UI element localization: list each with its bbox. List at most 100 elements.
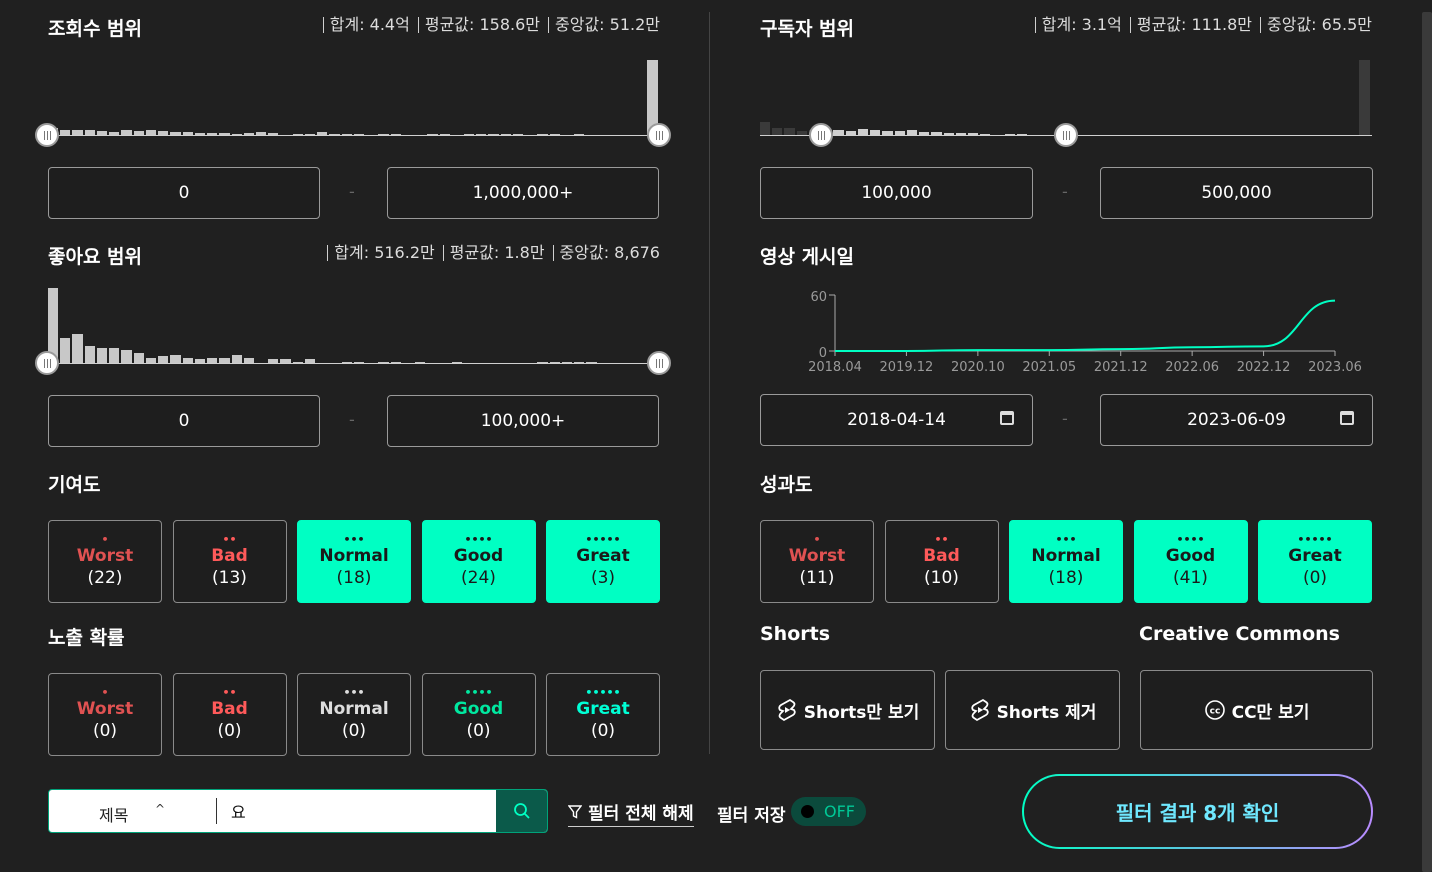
shorts-icon [778, 698, 796, 722]
likes-histogram [48, 284, 660, 364]
views-range-dash: - [349, 182, 355, 201]
rating-label: Great [1288, 545, 1342, 566]
upload-start-date-input[interactable]: 2018-04-14 [760, 394, 1033, 446]
upload-date-range-dash: - [1062, 409, 1068, 428]
rating-count: (0) [217, 720, 242, 741]
performance-option-worst[interactable]: • Worst (11) [760, 520, 874, 603]
search-field-select[interactable]: 제목 [99, 802, 128, 826]
likes-slider-min-handle[interactable] [35, 351, 59, 375]
performance-option-normal[interactable]: ••• Normal (18) [1009, 520, 1123, 603]
rating-dots: • [101, 532, 109, 546]
contribution-option-great[interactable]: ••••• Great (3) [546, 520, 660, 603]
rating-count: (24) [461, 567, 496, 588]
toggle-knob [801, 805, 814, 818]
performance-option-great[interactable]: ••••• Great (0) [1258, 520, 1372, 603]
exposure-option-great[interactable]: ••••• Great (0) [546, 673, 660, 756]
rating-dots: ••• [1055, 532, 1077, 546]
exposure-option-worst[interactable]: • Worst (0) [48, 673, 162, 756]
y-tick-label: 0 [819, 346, 827, 361]
views-min-input[interactable]: 0 [48, 167, 320, 219]
likes-histogram-bar [109, 348, 120, 364]
views-slider-max-handle[interactable] [647, 123, 671, 147]
performance-option-good[interactable]: •••• Good (41) [1133, 520, 1248, 603]
column-divider [709, 12, 710, 754]
contribution-option-worst[interactable]: • Worst (22) [48, 520, 162, 603]
subscribers-stats: 합계: 3.1억 평균값: 111.8만 중앙값: 65.5만 [1000, 17, 1372, 33]
likes-slider-max-handle[interactable] [647, 351, 671, 375]
likes-min-input[interactable]: 0 [48, 395, 320, 447]
subscribers-slider-max-handle[interactable] [1054, 123, 1078, 147]
save-filter-toggle[interactable]: OFF [791, 797, 866, 826]
chevron-up-icon[interactable]: ^ [155, 802, 165, 816]
views-slider-track[interactable] [48, 135, 660, 136]
x-tick-label: 2021.05 [1022, 360, 1076, 375]
likes-max-input[interactable]: 100,000+ [387, 395, 659, 447]
shorts-only-button[interactable]: Shorts만 보기 [760, 670, 935, 750]
cc-only-label: CC만 보기 [1231, 702, 1310, 723]
exposure-option-bad[interactable]: •• Bad (0) [172, 673, 287, 756]
likes-stat-median: 중앙값: 8,676 [552, 245, 660, 261]
likes-histogram-bar [60, 338, 71, 364]
rating-count: (0) [466, 720, 491, 741]
contribution-option-normal[interactable]: ••• Normal (18) [297, 520, 411, 603]
subscribers-min-input[interactable]: 100,000 [760, 167, 1033, 219]
x-tick-label: 2022.12 [1237, 360, 1291, 375]
subscribers-max-input[interactable]: 500,000 [1100, 167, 1373, 219]
confirm-results-button[interactable]: 필터 결과 8개 확인 [1022, 774, 1373, 849]
shorts-remove-button[interactable]: Shorts 제거 [945, 670, 1120, 750]
search-button[interactable] [496, 790, 547, 832]
rating-count: (13) [212, 567, 247, 588]
subscribers-title: 구독자 범위 [760, 18, 855, 40]
rating-dots: •• [934, 532, 949, 546]
search-icon [513, 803, 530, 819]
contribution-option-good[interactable]: •••• Good (24) [421, 520, 536, 603]
exposure-option-good[interactable]: •••• Good (0) [421, 673, 536, 756]
rating-dots: ••• [343, 685, 365, 699]
views-stat-median: 중앙값: 51.2만 [548, 17, 660, 33]
subscribers-slider-min-handle[interactable] [809, 123, 833, 147]
exposure-option-normal[interactable]: ••• Normal (0) [297, 673, 411, 756]
performance-option-bad[interactable]: •• Bad (10) [884, 520, 999, 603]
shorts-icon [970, 698, 989, 722]
confirm-results-label: 필터 결과 8개 확인 [1024, 776, 1371, 847]
upload-end-date-input[interactable]: 2023-06-09 [1100, 394, 1373, 446]
rating-dots: •• [222, 532, 237, 546]
subscribers-range-dash: - [1062, 182, 1068, 201]
views-max-input[interactable]: 1,000,000+ [387, 167, 659, 219]
likes-histogram-bar [84, 346, 95, 364]
scrollbar[interactable] [1422, 12, 1432, 872]
upload-end-date-value: 2023-06-09 [1187, 410, 1286, 430]
x-tick-label: 2022.06 [1165, 360, 1219, 375]
rating-count: (10) [924, 567, 959, 588]
exposure-title: 노출 확률 [48, 627, 125, 649]
rating-count: (18) [1048, 567, 1084, 588]
calendar-icon[interactable] [1340, 411, 1354, 425]
shorts-title: Shorts [760, 623, 831, 645]
rating-count: (0) [92, 720, 118, 741]
contribution-option-bad[interactable]: •• Bad (13) [172, 520, 287, 603]
reset-filters-button[interactable]: 필터 전체 해제 [568, 799, 694, 827]
likes-range-dash: - [349, 410, 355, 429]
likes-title: 좋아요 범위 [48, 246, 143, 268]
rating-label: Worst [788, 545, 846, 566]
search-input[interactable] [231, 798, 491, 824]
shorts-only-label: Shorts만 보기 [803, 702, 920, 723]
rating-label: Good [453, 545, 504, 566]
subscribers-stat-sum: 합계: 3.1억 [1034, 17, 1122, 33]
upload-date-series-line [835, 299, 1336, 352]
filter-icon [568, 804, 582, 819]
x-tick-label: 2018.04 [808, 360, 862, 375]
upload-start-date-value: 2018-04-14 [847, 410, 946, 430]
rating-label: Normal [319, 545, 389, 566]
views-stat-avg: 평균값: 158.6만 [417, 17, 540, 33]
rating-dots: ••• [343, 532, 365, 546]
save-filter-label: 필터 저장 [717, 806, 786, 826]
likes-slider-track[interactable] [48, 363, 660, 364]
cc-only-button[interactable]: cc CC만 보기 [1140, 670, 1373, 750]
rating-dots: •• [222, 685, 237, 699]
rating-dots: •••• [1176, 532, 1205, 546]
calendar-icon[interactable] [1000, 411, 1014, 425]
views-slider-min-handle[interactable] [35, 123, 59, 147]
toggle-state-label: OFF [824, 802, 855, 821]
upload-date-chart: 60 0 2018.04 2019.12 2020.10 2021.05 2021.12 2… [808, 290, 1362, 375]
